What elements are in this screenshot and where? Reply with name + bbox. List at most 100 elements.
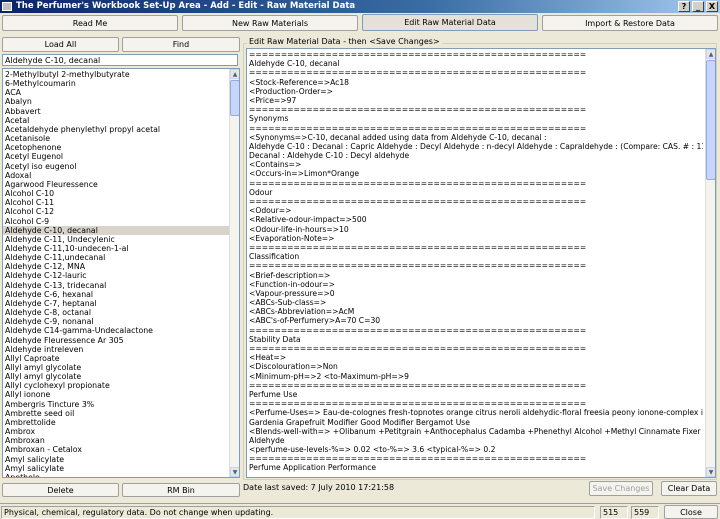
help-button[interactable]: ? — [678, 1, 690, 12]
editor-line: ========================================… — [249, 261, 587, 271]
list-item[interactable]: Ambrettolide — [3, 418, 230, 427]
editor-line: <Price=>97 — [249, 95, 297, 105]
editor-line: ========================================… — [249, 380, 587, 390]
list-item[interactable]: Aldehyde C-11,10-undecen-1-al — [3, 244, 230, 253]
list-item[interactable]: Allyl cyclohexyl propionate — [3, 381, 230, 390]
editor-line: <Discolouration=>Non — [249, 362, 338, 372]
editor-line: Decanal : Aldehyde C-10 : Decyl aldehyde — [249, 151, 410, 161]
editor-line: <Contains=> — [249, 160, 302, 170]
list-item[interactable]: Ambroxan — [3, 436, 230, 445]
list-item[interactable]: Aldehyde C-7, heptanal — [3, 299, 230, 308]
title-bar: The Perfumer's Workbook Set-Up Area - Ad… — [0, 0, 720, 13]
app-icon — [2, 2, 12, 11]
raw-material-list[interactable]: 2-Methylbutyl 2-methylbutyrate 6-Methylco… — [2, 68, 240, 478]
load-all-button[interactable]: Load All — [2, 37, 119, 52]
editor-line: <Evaporation-Note=> — [249, 233, 335, 243]
tab-read-me[interactable]: Read Me — [2, 15, 178, 31]
editor-line: Gardenia Grapefruit Modifier Good Modifi… — [249, 417, 470, 427]
list-item[interactable]: Amyl salicylate — [3, 455, 230, 464]
list-item[interactable]: Allyl Caproate — [3, 354, 230, 363]
tab-new-raw-materials[interactable]: New Raw Materials — [182, 15, 358, 31]
list-item[interactable]: Adoxal — [3, 171, 230, 180]
list-item[interactable]: Acetanisole — [3, 134, 230, 143]
raw-material-editor[interactable]: ========================================… — [246, 48, 716, 478]
list-item[interactable]: Acetyl Eugenol — [3, 152, 230, 161]
clear-data-button[interactable]: Clear Data — [661, 481, 717, 496]
list-item[interactable]: Ambrox — [3, 427, 230, 436]
tab-import-restore-data[interactable]: Import & Restore Data — [542, 15, 718, 31]
editor-line: <ABCs-Sub-class=> — [249, 298, 327, 308]
list-item[interactable]: Allyl amyl glycolate — [3, 363, 230, 372]
editor-scroll-thumb[interactable] — [706, 60, 715, 180]
list-item[interactable]: Abalyn — [3, 97, 230, 106]
list-item[interactable]: Alcohol C-10 — [3, 189, 230, 198]
list-item[interactable]: Aldehyde C-11, Undecylenic — [3, 235, 230, 244]
tab-edit-raw-material-data[interactable]: Edit Raw Material Data — [362, 14, 538, 31]
list-item[interactable]: 2-Methylbutyl 2-methylbutyrate — [3, 70, 230, 79]
editor-line: Aldehyde C-10 : Decanal : Capric Aldehyd… — [249, 141, 703, 151]
list-scrollbar[interactable]: ▲ ▼ — [229, 69, 239, 477]
minimize-button[interactable]: _ — [692, 1, 704, 12]
list-item[interactable]: Alcohol C-12 — [3, 207, 230, 216]
save-changes-button[interactable]: Save Changes — [589, 481, 653, 496]
editor-line: <Heat=> — [249, 353, 287, 363]
scroll-down-icon[interactable]: ▼ — [230, 467, 239, 477]
editor-scroll-up-icon[interactable]: ▲ — [706, 49, 715, 59]
list-item[interactable]: Allyl amyl glycolate — [3, 372, 230, 381]
status-bar: Physical, chemical, regulatory data. Do … — [0, 503, 720, 519]
list-item[interactable]: Amyl salicylate — [3, 464, 230, 473]
editor-line: <ABCs-Abbreviation=>AcM — [249, 307, 355, 317]
list-item[interactable]: Ambroxan - Cetalox — [3, 445, 230, 454]
list-item[interactable]: Aldehyde C-6, hexanal — [3, 290, 230, 299]
list-item[interactable]: ACA — [3, 88, 230, 97]
list-item[interactable]: Aldehyde C14-gamma-Undecalactone — [3, 326, 230, 335]
list-item[interactable]: Ambergris Tincture 3% — [3, 400, 230, 409]
list-item[interactable]: Alcohol C-11 — [3, 198, 230, 207]
close-window-button[interactable]: X — [706, 1, 718, 12]
editor-line: ========================================… — [249, 399, 587, 409]
find-button[interactable]: Find — [122, 37, 240, 52]
list-item[interactable]: Aldehyde Fleuressence Ar 305 — [3, 336, 230, 345]
list-item[interactable]: Aldehyde intreleven — [3, 345, 230, 354]
scroll-thumb[interactable] — [230, 80, 239, 116]
editor-line: <Blends-well-with=> +Olibanum +Petitgrai… — [249, 426, 703, 436]
scroll-up-icon[interactable]: ▲ — [230, 69, 239, 79]
list-item[interactable]: Aldehyde C-8, octanal — [3, 308, 230, 317]
editor-scroll-down-icon[interactable]: ▼ — [706, 467, 715, 477]
editor-line: <Stock-Reference=>Ac18 — [249, 77, 349, 87]
editor-line: Synonyms — [249, 114, 289, 124]
list-item[interactable]: Agarwood Fleuressence — [3, 180, 230, 189]
list-item[interactable]: Acetal — [3, 116, 230, 125]
list-item[interactable]: Aldehyde C-10, decanal — [3, 225, 230, 235]
delete-button[interactable]: Delete — [2, 483, 119, 497]
search-input[interactable] — [2, 54, 238, 66]
editor-line: ========================================… — [249, 68, 587, 78]
editor-line: ========================================… — [249, 178, 587, 188]
list-item[interactable]: Acetyl iso eugenol — [3, 162, 230, 171]
close-button[interactable]: Close — [664, 505, 718, 519]
rm-bin-button[interactable]: RM Bin — [122, 483, 240, 497]
list-item[interactable]: Aldehyde C-12-lauric — [3, 271, 230, 280]
list-item[interactable]: Aldehyde C-11,undecanal — [3, 253, 230, 262]
editor-line: ========================================… — [249, 242, 587, 252]
list-item[interactable]: Ambrette seed oil — [3, 409, 230, 418]
list-item[interactable]: Aldehyde C-12, MNA — [3, 262, 230, 271]
list-items: 2-Methylbutyl 2-methylbutyrate 6-Methylco… — [3, 70, 230, 477]
list-item[interactable]: Aldehyde C-9, nonanal — [3, 317, 230, 326]
list-item[interactable]: Anethole — [3, 473, 230, 477]
list-item[interactable]: Allyl ionone — [3, 390, 230, 399]
list-item[interactable]: Acetophenone — [3, 143, 230, 152]
editor-line: Classification — [249, 252, 300, 262]
list-item[interactable]: Alcohol C-9 — [3, 217, 230, 226]
editor-line: Perfume Use — [249, 389, 298, 399]
list-item[interactable]: 6-Methylcoumarin — [3, 79, 230, 88]
list-item[interactable]: Abbavert — [3, 107, 230, 116]
list-item[interactable]: Aldehyde C-13, tridecanal — [3, 281, 230, 290]
editor-line: Stability Data — [249, 334, 301, 344]
editor-line: <Odour=> — [249, 206, 292, 216]
window-title: The Perfumer's Workbook Set-Up Area - Ad… — [16, 1, 356, 11]
editor-line: ========================================… — [249, 325, 587, 335]
editor-line: Aldehyde C-10, decanal — [249, 59, 340, 69]
editor-scrollbar[interactable]: ▲ ▼ — [705, 49, 715, 477]
list-item[interactable]: Acetaldehyde phenylethyl propyl acetal — [3, 125, 230, 134]
